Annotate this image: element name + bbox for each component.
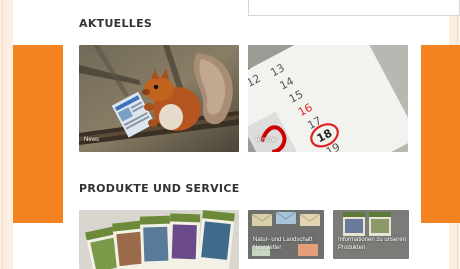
orange-side-banner-left — [13, 45, 63, 223]
orange-side-banner-right — [421, 45, 460, 223]
product-info-tile[interactable]: Informationen zu unseren Produkten — [333, 210, 409, 259]
magazines-photo — [79, 210, 239, 269]
newsletter-tile-label: Natur- und Landschaft Newsletter — [253, 237, 313, 251]
search-field[interactable] — [248, 0, 460, 16]
news-tile-label: News — [84, 137, 100, 144]
product-info-tile-label: Informationen zu unseren Produkten — [338, 237, 407, 251]
newsletter-tile[interactable]: Natur- und Landschaft Newsletter — [248, 210, 324, 259]
magazine-products-tile[interactable] — [79, 210, 239, 269]
news-tile[interactable]: News — [79, 45, 239, 152]
squirrel-photo — [79, 45, 239, 152]
section-title-aktuelles: AKTUELLES — [79, 17, 153, 30]
termine-tile[interactable]: 13 14 15 16 17 18 19 20 21 12 11 Termine — [248, 45, 408, 152]
calendar-photo: 13 14 15 16 17 18 19 20 21 12 11 — [248, 45, 408, 152]
section-title-produkte-und-service: PRODUKTE UND SERVICE — [79, 182, 240, 195]
termine-tile-label: Termine — [255, 137, 277, 144]
